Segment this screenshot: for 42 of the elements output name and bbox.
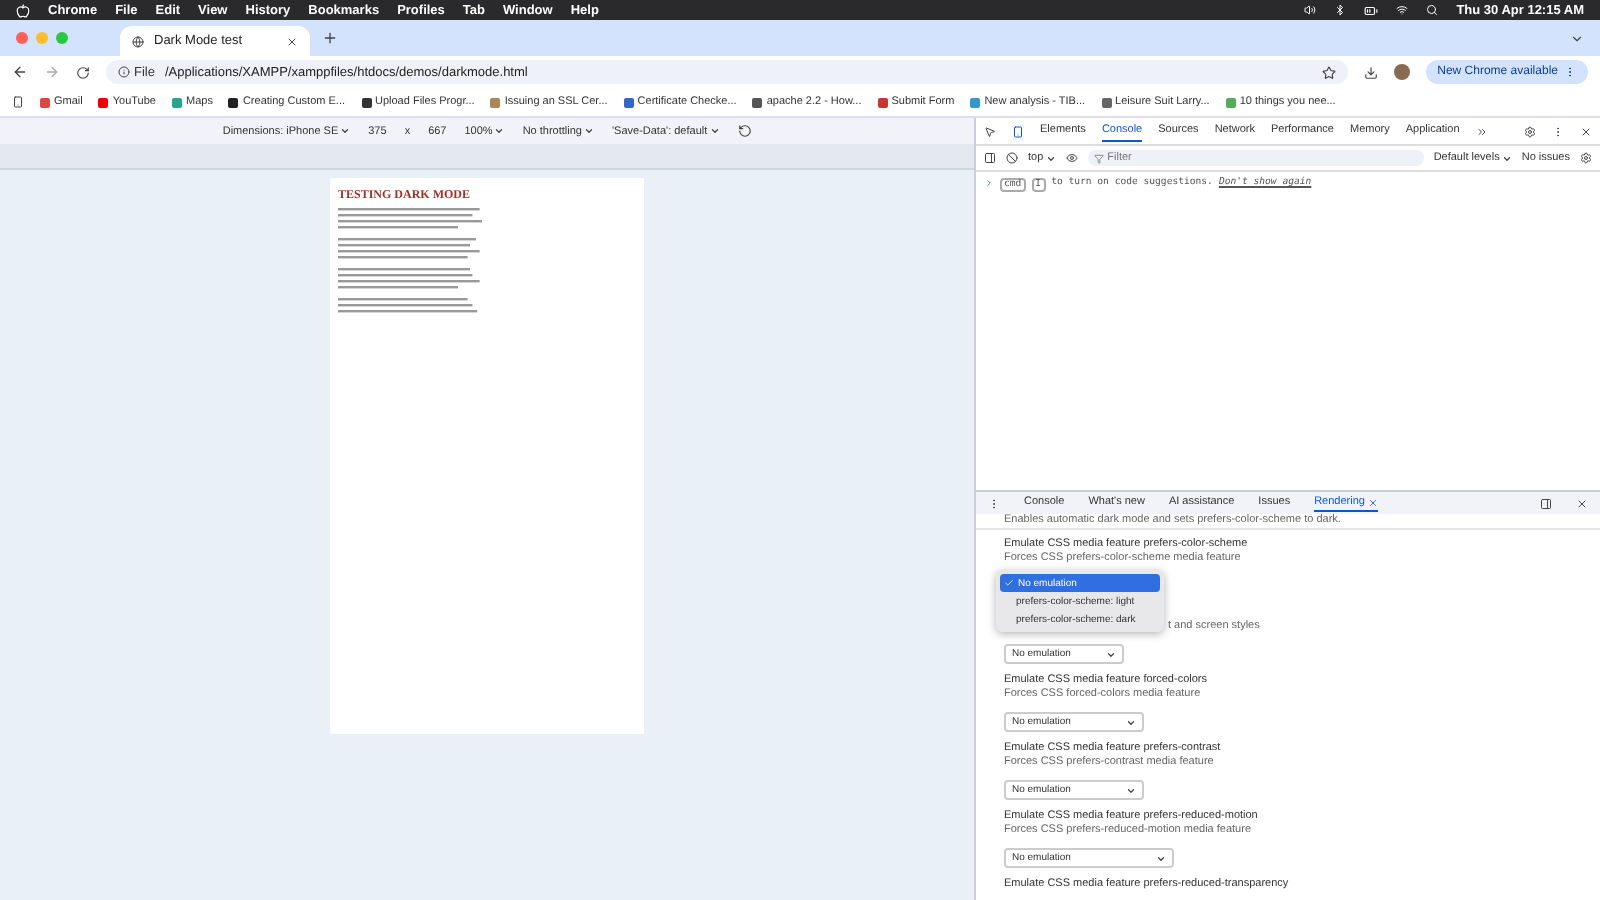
filter-icon [1093,153,1104,163]
caret-icon [709,126,720,136]
wifi-icon[interactable] [1396,4,1409,16]
more-tabs-icon[interactable] [1475,125,1488,137]
apple-logo-icon[interactable] [16,3,30,17]
settings-icon[interactable] [1524,125,1536,137]
close-icon[interactable] [1580,125,1592,137]
bluetooth-icon[interactable] [1334,4,1347,16]
close-drawer-icon[interactable] [1576,497,1588,509]
new-tab-icon[interactable] [322,30,338,46]
battery-icon[interactable] [1364,3,1379,17]
dock-icon[interactable] [1540,497,1552,509]
close-icon[interactable] [286,35,298,47]
caret-icon [340,126,351,136]
caret-icon [1045,153,1056,163]
eye-icon[interactable] [1065,152,1078,164]
tab-list-icon[interactable] [1570,32,1584,46]
globe-icon [132,35,144,47]
inspect-icon[interactable] [984,125,996,137]
avatar-icon[interactable] [1393,64,1410,80]
caret-icon [1126,717,1136,727]
rotate-icon[interactable] [737,124,752,138]
clear-console-icon[interactable] [1006,152,1018,164]
caret-icon [1156,853,1166,863]
reload-icon[interactable] [76,65,90,79]
volume-icon[interactable] [1304,4,1317,16]
console-settings-icon[interactable] [1580,152,1592,164]
bookmark-star-icon[interactable] [1321,65,1336,79]
caret-icon [583,126,594,136]
text-lines-drawing [338,208,482,314]
info-icon [118,66,130,78]
check-icon [1004,578,1014,588]
caret-icon [1126,785,1136,795]
search-icon[interactable] [1426,4,1439,16]
device-toggle-icon[interactable] [1012,125,1024,137]
caret-icon [1106,649,1116,659]
sidebar-icon[interactable] [984,152,996,164]
back-icon[interactable] [12,64,28,80]
download-icon[interactable] [1363,65,1378,79]
caret-icon [1501,153,1512,163]
prompt-icon [984,178,994,188]
caret-icon [494,126,505,136]
